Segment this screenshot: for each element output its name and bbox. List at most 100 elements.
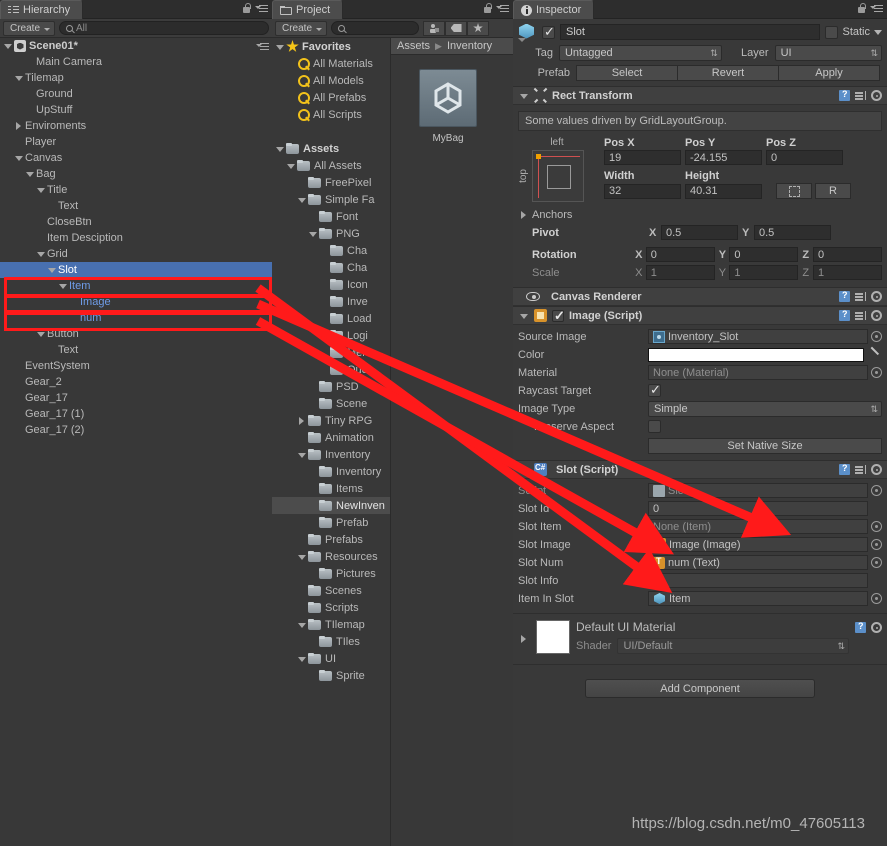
image-type-dropdown[interactable]: Simple (648, 400, 882, 417)
tab-project[interactable]: Project (272, 0, 344, 19)
preset-icon[interactable] (855, 464, 866, 475)
help-icon[interactable] (839, 309, 850, 321)
hierarchy-item-grid[interactable]: Grid (0, 246, 272, 262)
help-icon[interactable] (839, 290, 850, 302)
width-field[interactable]: 32 (604, 183, 681, 199)
prefab-apply-button[interactable]: Apply (778, 65, 880, 81)
shader-dropdown[interactable]: UI/Default (617, 638, 849, 654)
gear-icon[interactable] (871, 622, 882, 633)
blueprint-mode-button[interactable] (776, 183, 812, 199)
chevron-down-icon[interactable] (307, 226, 319, 242)
height-field[interactable]: 40.31 (685, 183, 762, 199)
breadcrumb-assets[interactable]: Assets (397, 40, 430, 52)
hierarchy-item-eventsystem[interactable]: EventSystem (0, 358, 272, 374)
project-tree-item-all-models[interactable]: All Models (272, 72, 390, 89)
chevron-down-icon[interactable] (35, 246, 47, 262)
help-icon[interactable] (855, 621, 866, 633)
project-tree-item-sprite[interactable]: Sprite (272, 667, 390, 684)
chevron-down-icon[interactable] (24, 166, 36, 182)
hierarchy-item-enviroments[interactable]: Enviroments (0, 118, 272, 134)
project-tree-item-all-scripts[interactable]: All Scripts (272, 106, 390, 123)
project-tree-item-que[interactable]: Que (272, 361, 390, 378)
scale-y-field[interactable]: 1 (729, 265, 799, 280)
object-enabled-checkbox[interactable] (542, 24, 555, 40)
project-tree-item-font[interactable]: Font (272, 208, 390, 225)
object-picker-icon[interactable] (871, 485, 882, 496)
project-tree-item-all-materials[interactable]: All Materials (272, 55, 390, 72)
eye-icon[interactable] (526, 292, 540, 301)
project-tree-item-all-prefabs[interactable]: All Prefabs (272, 89, 390, 106)
gear-icon[interactable] (871, 90, 882, 101)
slot-id-field[interactable]: 0 (648, 501, 868, 516)
tag-dropdown[interactable]: Untagged (558, 45, 722, 61)
component-header-canvas-renderer[interactable]: Canvas Renderer (513, 287, 887, 306)
chevron-down-icon[interactable] (35, 326, 47, 342)
chevron-down-icon[interactable] (274, 141, 286, 157)
image-enabled-checkbox[interactable] (552, 308, 565, 324)
project-tree-item-psd[interactable]: PSD (272, 378, 390, 395)
hierarchy-item-main-camera[interactable]: Main Camera (0, 54, 272, 70)
project-tree-item-scene[interactable]: Scene (272, 395, 390, 412)
hierarchy-item-ground[interactable]: Ground (0, 86, 272, 102)
anchors-label[interactable]: Anchors (532, 209, 662, 221)
hierarchy-search-input[interactable]: All (59, 21, 269, 35)
menu-icon[interactable] (496, 3, 509, 14)
hierarchy-item-num[interactable]: num (0, 310, 272, 326)
project-tree-item-all-assets[interactable]: All Assets (272, 157, 390, 174)
material-field[interactable]: None (Material) (648, 365, 868, 380)
project-tree-item-tilemap[interactable]: TIlemap (272, 616, 390, 633)
chevron-down-icon[interactable] (13, 70, 25, 86)
add-component-button[interactable]: Add Component (585, 679, 815, 698)
project-tree-item-scenes[interactable]: Scenes (272, 582, 390, 599)
breadcrumb-inventory[interactable]: Inventory (447, 40, 492, 52)
preset-icon[interactable] (855, 90, 866, 101)
create-button[interactable]: Create (3, 20, 56, 36)
hierarchy-item-title[interactable]: Title (0, 182, 272, 198)
tab-inspector[interactable]: Inspector (513, 0, 595, 19)
slot-num-field[interactable]: num (Text) (648, 555, 868, 570)
hierarchy-item-gear-17-2[interactable]: Gear_17 (2) (0, 422, 272, 438)
project-tree-item-simple-fa[interactable]: Simple Fa (272, 191, 390, 208)
project-tree-item-newinven[interactable]: NewInven (272, 497, 390, 514)
hierarchy-item-image[interactable]: Image (0, 294, 272, 310)
help-icon[interactable] (839, 89, 850, 101)
chevron-right-icon[interactable] (518, 631, 530, 647)
chevron-down-icon[interactable] (518, 88, 529, 104)
project-tree-item-freepixel[interactable]: FreePixel (272, 174, 390, 191)
object-picker-icon[interactable] (871, 539, 882, 550)
component-header-image-script[interactable]: Image (Script) (513, 306, 887, 325)
avatar-filter-icon[interactable] (423, 20, 446, 36)
pos-z-field[interactable]: 0 (766, 150, 843, 165)
script-field[interactable]: Slot (648, 483, 868, 498)
set-native-size-button[interactable]: Set Native Size (648, 437, 882, 454)
slot-info-field[interactable] (648, 573, 868, 588)
hierarchy-item-item[interactable]: Item (0, 278, 272, 294)
chevron-down-icon[interactable] (285, 158, 297, 174)
hierarchy-item-button[interactable]: Button (0, 326, 272, 342)
lock-icon[interactable] (857, 3, 866, 14)
project-tree-item-logi[interactable]: Logi (272, 327, 390, 344)
prefab-revert-button[interactable]: Revert (677, 65, 779, 81)
project-tree-item-icon[interactable]: Icon (272, 276, 390, 293)
color-swatch[interactable] (648, 347, 864, 362)
project-tree-item-load[interactable]: Load (272, 310, 390, 327)
object-picker-icon[interactable] (871, 557, 882, 568)
anchor-preset-widget[interactable] (532, 150, 584, 202)
project-tree-item-favorites[interactable]: Favorites (272, 38, 390, 55)
pivot-x-field[interactable]: 0.5 (661, 225, 738, 240)
label-filter-icon[interactable] (445, 20, 468, 36)
preset-icon[interactable] (855, 291, 866, 302)
chevron-down-icon[interactable] (296, 549, 308, 565)
slot-item-field[interactable]: None (Item) (648, 519, 868, 534)
hierarchy-item-gear-17-1[interactable]: Gear_17 (1) (0, 406, 272, 422)
rot-z-field[interactable]: 0 (812, 247, 882, 262)
hierarchy-item-text[interactable]: Text (0, 198, 272, 214)
chevron-down-icon[interactable] (274, 39, 286, 55)
slot-image-field[interactable]: Image (Image) (648, 537, 868, 552)
object-name-field[interactable]: Slot (560, 24, 821, 40)
project-tree-item-scripts[interactable]: Scripts (272, 599, 390, 616)
chevron-down-icon[interactable] (46, 262, 58, 278)
preset-icon[interactable] (855, 310, 866, 321)
hierarchy-item-bag[interactable]: Bag (0, 166, 272, 182)
project-search-input[interactable] (331, 21, 420, 35)
